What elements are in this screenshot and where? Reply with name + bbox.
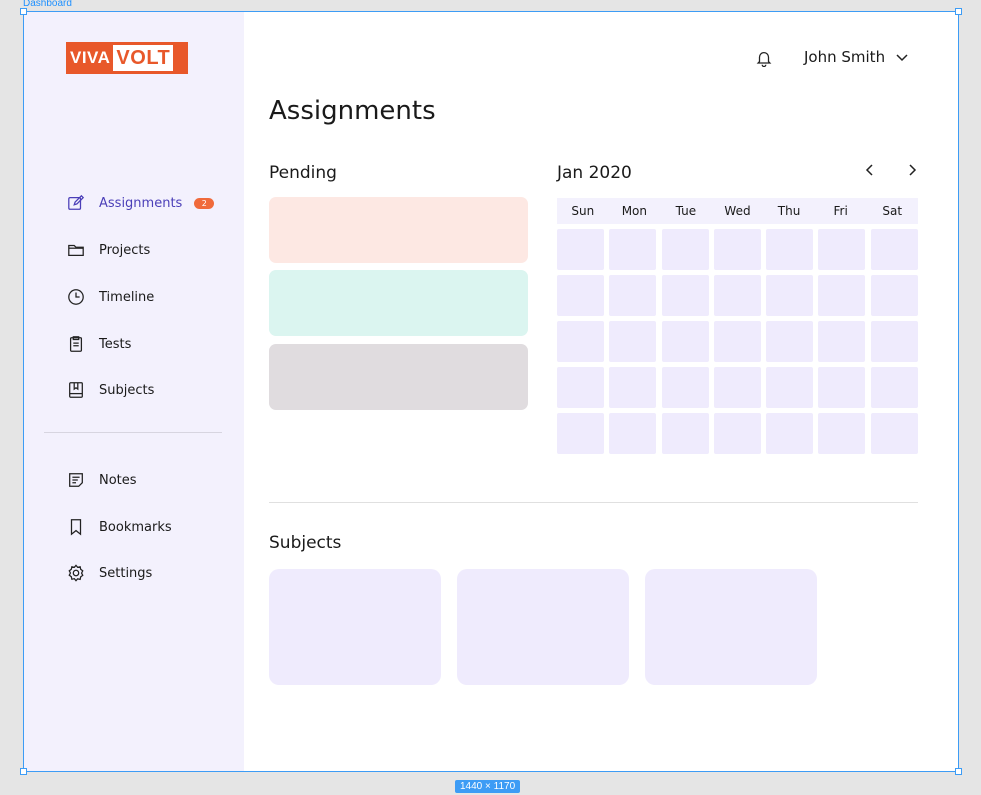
sidebar-item-label: Projects — [99, 242, 151, 258]
sidebar-item-label: Subjects — [99, 382, 155, 398]
clock-icon — [66, 287, 86, 307]
calendar-day-cell[interactable] — [870, 321, 918, 362]
calendar-day-cell[interactable] — [609, 321, 657, 362]
resize-handle[interactable] — [20, 8, 27, 15]
calendar-day-cell[interactable] — [818, 275, 866, 316]
calendar-day-cell[interactable] — [766, 321, 814, 362]
logo-text-viva: VIVA — [70, 48, 111, 67]
calendar-day-cell[interactable] — [870, 229, 918, 270]
subject-card[interactable] — [269, 569, 441, 685]
subject-card[interactable] — [645, 569, 817, 685]
calendar-weekday-header: Sun Mon Tue Wed Thu Fri Sat — [557, 198, 918, 224]
user-name: John Smith — [804, 48, 886, 66]
chevron-right-icon[interactable] — [905, 162, 919, 176]
resize-handle[interactable] — [20, 768, 27, 775]
bookmark-icon — [66, 517, 86, 537]
sidebar-item-tests[interactable]: Tests — [66, 332, 131, 356]
calendar-day-cell[interactable] — [557, 367, 604, 408]
notes-icon — [66, 470, 86, 490]
section-divider — [269, 502, 918, 503]
sidebar-item-label: Bookmarks — [99, 519, 172, 535]
sidebar-item-subjects[interactable]: Subjects — [66, 378, 154, 402]
calendar-day-cell[interactable] — [661, 413, 709, 454]
calendar-day-cell[interactable] — [766, 367, 814, 408]
weekday-label: Tue — [675, 204, 697, 218]
subjects-title: Subjects — [269, 533, 342, 553]
sidebar-item-label: Tests — [99, 336, 132, 352]
calendar-day-cell[interactable] — [713, 321, 761, 362]
weekday-label: Sun — [571, 204, 595, 218]
pending-card[interactable] — [269, 344, 528, 410]
calendar-day-cell[interactable] — [609, 367, 657, 408]
resize-handle[interactable] — [955, 768, 962, 775]
calendar-grid — [557, 229, 918, 454]
calendar-day-cell[interactable] — [713, 367, 761, 408]
calendar-day-cell[interactable] — [609, 275, 657, 316]
sidebar-item-settings[interactable]: Settings — [66, 561, 152, 585]
calendar-day-cell[interactable] — [557, 229, 604, 270]
sidebar-item-timeline[interactable]: Timeline — [66, 285, 154, 309]
count-badge: 2 — [194, 197, 215, 209]
calendar-day-cell[interactable] — [870, 413, 918, 454]
frame-label: Dashboard — [23, 0, 72, 9]
calendar-day-cell[interactable] — [818, 367, 866, 408]
calendar-day-cell[interactable] — [713, 413, 761, 454]
sidebar-item-label: Notes — [99, 472, 137, 488]
calendar-day-cell[interactable] — [766, 229, 814, 270]
pending-card[interactable] — [269, 270, 528, 336]
logo-text-volt: VOLT — [113, 45, 174, 71]
weekday-label: Thu — [777, 204, 801, 218]
sidebar-divider — [44, 432, 222, 433]
sidebar-item-label: Assignments — [99, 195, 183, 211]
pencil-square-icon — [66, 193, 86, 213]
calendar-day-cell[interactable] — [713, 275, 761, 316]
sidebar-item-bookmarks[interactable]: Bookmarks — [66, 515, 172, 539]
calendar-day-cell[interactable] — [557, 413, 604, 454]
sidebar: VIVA VOLT Assignments 2 Projects Timelin… — [24, 12, 244, 771]
book-icon — [66, 380, 86, 400]
pending-card[interactable] — [269, 197, 528, 263]
calendar-day-cell[interactable] — [557, 321, 604, 362]
pending-title: Pending — [269, 163, 337, 183]
calendar-day-cell[interactable] — [818, 229, 866, 270]
calendar-day-cell[interactable] — [766, 275, 814, 316]
bell-icon[interactable] — [755, 49, 773, 68]
calendar-day-cell[interactable] — [766, 413, 814, 454]
chevron-left-icon[interactable] — [863, 162, 877, 176]
calendar-day-cell[interactable] — [661, 275, 709, 316]
chevron-down-icon — [895, 50, 909, 64]
calendar-day-cell[interactable] — [713, 229, 761, 270]
calendar-day-cell[interactable] — [609, 413, 657, 454]
folder-icon — [66, 240, 86, 260]
resize-handle[interactable] — [955, 8, 962, 15]
weekday-label: Wed — [724, 204, 751, 218]
frame-size-badge: 1440 × 1170 — [455, 780, 521, 793]
page-title: Assignments — [269, 96, 436, 126]
calendar-day-cell[interactable] — [609, 229, 657, 270]
calendar-day-cell[interactable] — [661, 321, 709, 362]
subject-card[interactable] — [457, 569, 629, 685]
sidebar-item-label: Timeline — [99, 289, 155, 305]
calendar-day-cell[interactable] — [818, 321, 866, 362]
sidebar-item-label: Settings — [99, 565, 153, 581]
sidebar-item-assignments[interactable]: Assignments 2 — [66, 191, 215, 215]
weekday-label: Sat — [882, 204, 903, 218]
dashboard-frame: VIVA VOLT Assignments 2 Projects Timelin… — [23, 11, 959, 772]
calendar-day-cell[interactable] — [818, 413, 866, 454]
user-menu[interactable]: John Smith — [804, 48, 909, 66]
calendar-day-cell[interactable] — [870, 367, 918, 408]
calendar-day-cell[interactable] — [870, 275, 918, 316]
weekday-label: Fri — [833, 204, 848, 218]
calendar-day-cell[interactable] — [661, 367, 709, 408]
clipboard-icon — [66, 334, 86, 354]
sidebar-item-projects[interactable]: Projects — [66, 238, 150, 262]
weekday-label: Mon — [621, 204, 647, 218]
calendar-month-title: Jan 2020 — [557, 163, 632, 183]
sidebar-item-notes[interactable]: Notes — [66, 468, 137, 492]
calendar-day-cell[interactable] — [557, 275, 604, 316]
gear-icon — [66, 563, 86, 583]
calendar-day-cell[interactable] — [661, 229, 709, 270]
vivavolt-logo[interactable]: VIVA VOLT — [66, 42, 188, 74]
